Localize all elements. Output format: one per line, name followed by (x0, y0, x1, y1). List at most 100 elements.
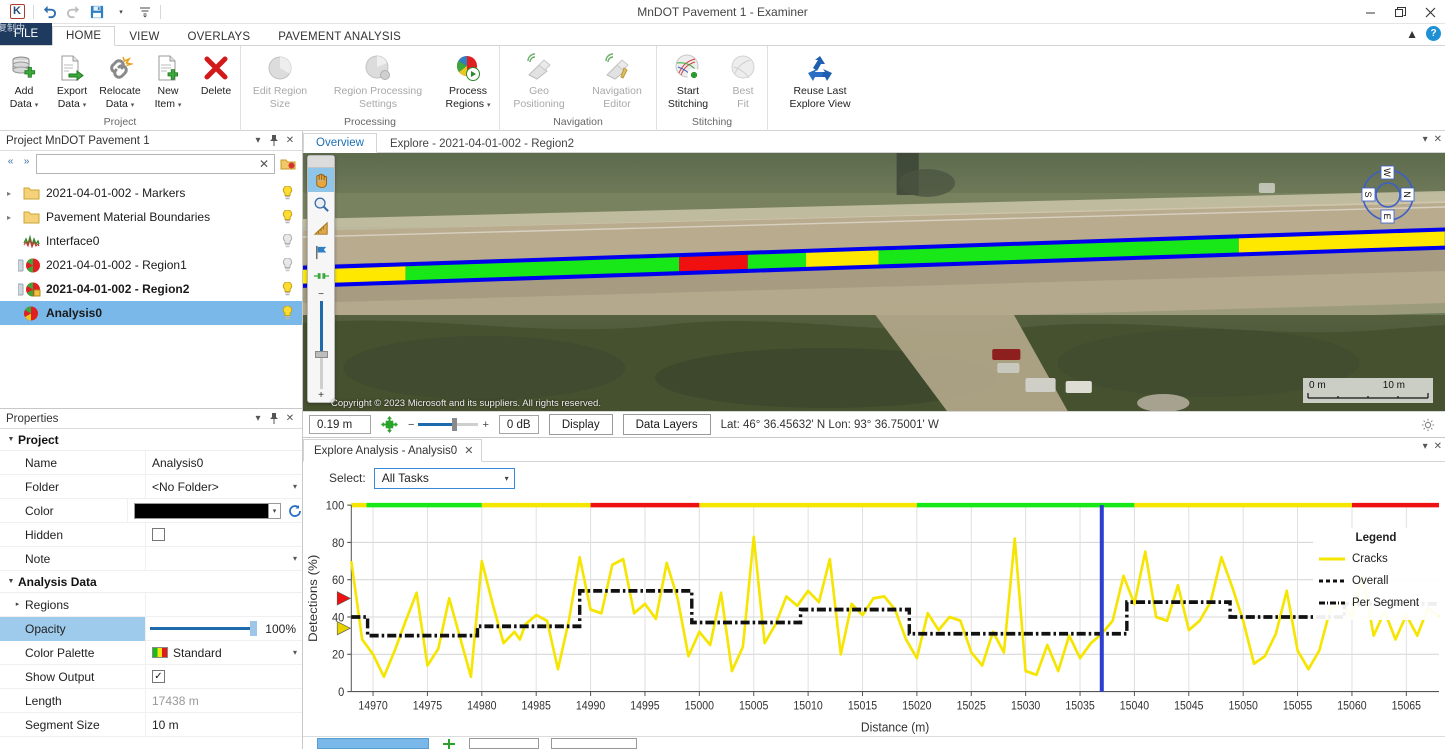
save-dropdown-icon[interactable]: ▾ (109, 1, 133, 23)
move-nodes-icon[interactable] (308, 264, 334, 288)
tree-item-pavement-material-boundaries[interactable]: ▸ Pavement Material Boundaries (0, 205, 302, 229)
tab-explore-region2[interactable]: Explore - 2021-04-01-002 - Region2 (377, 134, 587, 153)
plot-svg[interactable]: 020406080100Detections (%)14970149751498… (303, 494, 1445, 736)
show-output-checkbox[interactable]: ✓ (152, 670, 165, 683)
tab-overview[interactable]: Overview (303, 133, 377, 153)
pan-hand-icon[interactable] (308, 168, 334, 192)
clear-search-icon[interactable]: ✕ (256, 157, 272, 171)
resolution-field[interactable]: 0.19 m (309, 415, 371, 434)
gain-increase-icon[interactable]: + (482, 419, 488, 431)
hidden-checkbox[interactable] (152, 528, 165, 541)
tab-pavement-analysis[interactable]: PAVEMENT ANALYSIS (264, 27, 415, 46)
display-button[interactable]: Display (549, 414, 613, 435)
search-box[interactable]: ✕ (36, 154, 275, 174)
compass-rose[interactable]: N S W E (1357, 164, 1419, 226)
tree-item-markers[interactable]: ▸ 2021-04-01-002 - Markers (0, 181, 302, 205)
data-layers-button[interactable]: Data Layers (623, 414, 711, 435)
tree-item-region1[interactable]: 2021-04-01-002 - Region1 (0, 253, 302, 277)
tab-overlays[interactable]: OVERLAYS (174, 27, 265, 46)
legend-item-cracks[interactable]: Cracks (1319, 548, 1433, 570)
tab-file[interactable]: 复制中 FILE (0, 23, 52, 45)
gain-slider-thumb[interactable] (452, 418, 457, 431)
zoom-in-label[interactable]: + (318, 391, 324, 400)
project-panel-pin-icon[interactable] (266, 133, 282, 149)
map-tool-palette[interactable]: − + (307, 155, 335, 403)
folder-dropdown[interactable]: <No Folder> ▾ (152, 480, 302, 494)
project-tree[interactable]: ▸ 2021-04-01-002 - Markers ▸ Pavement Ma… (0, 177, 302, 408)
chart-panel-menu-icon[interactable]: ▾ (1423, 441, 1428, 452)
collapse-all-icon[interactable]: » (20, 156, 33, 172)
visibility-bulb-icon[interactable] (278, 210, 296, 224)
delete-button[interactable]: Delete (192, 49, 240, 110)
legend-item-per-segment[interactable]: Per Segment (1319, 592, 1433, 614)
gain-field[interactable]: 0 dB (499, 415, 539, 434)
properties-section-project[interactable]: ▼ Project (0, 429, 302, 451)
project-panel-close-icon[interactable]: ✕ (282, 133, 298, 149)
tab-explore-analysis[interactable]: Explore Analysis - Analysis0 ✕ (303, 439, 482, 462)
chevron-down-icon[interactable]: ▾ (487, 102, 491, 109)
maximize-restore-button[interactable] (1385, 0, 1415, 24)
search-input[interactable] (42, 157, 256, 171)
visibility-bulb-icon[interactable] (278, 186, 296, 200)
detections-plot[interactable]: 020406080100Detections (%)14970149751498… (303, 494, 1445, 736)
tree-item-region2[interactable]: 2021-04-01-002 - Region2 (0, 277, 302, 301)
task-select-dropdown[interactable]: All Tasks ▾ (374, 468, 515, 489)
property-row-hidden[interactable]: Hidden (0, 523, 302, 547)
opacity-slider-thumb[interactable] (250, 621, 257, 636)
map-panel-close-icon[interactable]: ✕ (1434, 134, 1442, 145)
property-row-length[interactable]: Length 17438 m (0, 689, 302, 713)
tree-item-interface0[interactable]: Interface0 (0, 229, 302, 253)
close-button[interactable] (1415, 0, 1445, 24)
center-crosshair-icon[interactable] (381, 416, 398, 433)
gain-slider[interactable]: − + (408, 419, 489, 431)
map-zoom-slider[interactable]: − + (308, 288, 334, 400)
property-value[interactable]: Analysis0 (145, 451, 302, 475)
relocate-data-button[interactable]: Relocate Data ▾ (96, 49, 144, 111)
reuse-last-explore-view-button[interactable]: Reuse Last Explore View (768, 49, 872, 110)
expander-icon[interactable]: ▸ (10, 593, 25, 617)
property-row-opacity[interactable]: Opacity 100% (0, 617, 302, 641)
tree-item-analysis0[interactable]: Analysis0 (0, 301, 302, 325)
flag-marker-icon[interactable] (308, 240, 334, 264)
best-fit-button[interactable]: Best Fit (719, 49, 767, 110)
chevron-down-icon[interactable]: ▾ (35, 102, 39, 109)
process-regions-button[interactable]: Process Regions ▾ (437, 49, 499, 111)
property-value[interactable]: 10 m (145, 713, 302, 737)
expander-icon[interactable]: ▸ (0, 213, 18, 222)
visibility-bulb-icon[interactable] (278, 258, 296, 272)
navigation-editor-button[interactable]: Navigation Editor (578, 49, 656, 110)
expander-icon[interactable]: ▸ (0, 189, 18, 198)
map-panel-menu-icon[interactable]: ▾ (1423, 134, 1428, 145)
property-row-note[interactable]: Note ▾ (0, 547, 302, 571)
measure-ruler-icon[interactable] (308, 216, 334, 240)
collapse-triangle-icon[interactable]: ▼ (4, 578, 18, 585)
color-dropdown-icon[interactable]: ▾ (269, 503, 281, 519)
collapse-ribbon-icon[interactable]: ▲ (1406, 27, 1418, 41)
filter-folder-icon[interactable] (278, 154, 298, 174)
properties-panel-close-icon[interactable]: ✕ (282, 411, 298, 427)
chevron-down-icon[interactable]: ▾ (178, 102, 182, 109)
property-row-segment-size[interactable]: Segment Size 10 m (0, 713, 302, 737)
bottom-field-2[interactable] (551, 738, 637, 749)
property-row-name[interactable]: Name Analysis0 (0, 451, 302, 475)
chevron-down-icon[interactable]: ▾ (293, 482, 297, 491)
bottom-primary-button[interactable] (317, 738, 429, 749)
gain-decrease-icon[interactable]: − (408, 419, 414, 431)
reset-color-icon[interactable] (288, 504, 302, 518)
export-data-button[interactable]: Export Data ▾ (48, 49, 96, 111)
undo-icon[interactable] (37, 1, 61, 23)
geo-positioning-button[interactable]: Geo Positioning (500, 49, 578, 110)
opacity-slider[interactable]: 100% (150, 622, 302, 636)
color-palette-dropdown[interactable]: Standard ▾ (152, 646, 302, 660)
properties-section-analysis-data[interactable]: ▼ Analysis Data (0, 571, 302, 593)
property-value[interactable] (145, 593, 302, 617)
minimize-button[interactable] (1355, 0, 1385, 24)
chevron-down-icon[interactable]: ▾ (83, 102, 87, 109)
start-stitching-button[interactable]: Start Stitching (657, 49, 719, 110)
tab-home[interactable]: HOME (52, 26, 115, 46)
visibility-bulb-icon[interactable] (278, 306, 296, 320)
map-canvas[interactable]: − + N (303, 153, 1445, 411)
properties-panel-menu-icon[interactable]: ▾ (250, 411, 266, 427)
bottom-icon[interactable] (441, 738, 457, 749)
property-row-color-palette[interactable]: Color Palette Standard ▾ (0, 641, 302, 665)
